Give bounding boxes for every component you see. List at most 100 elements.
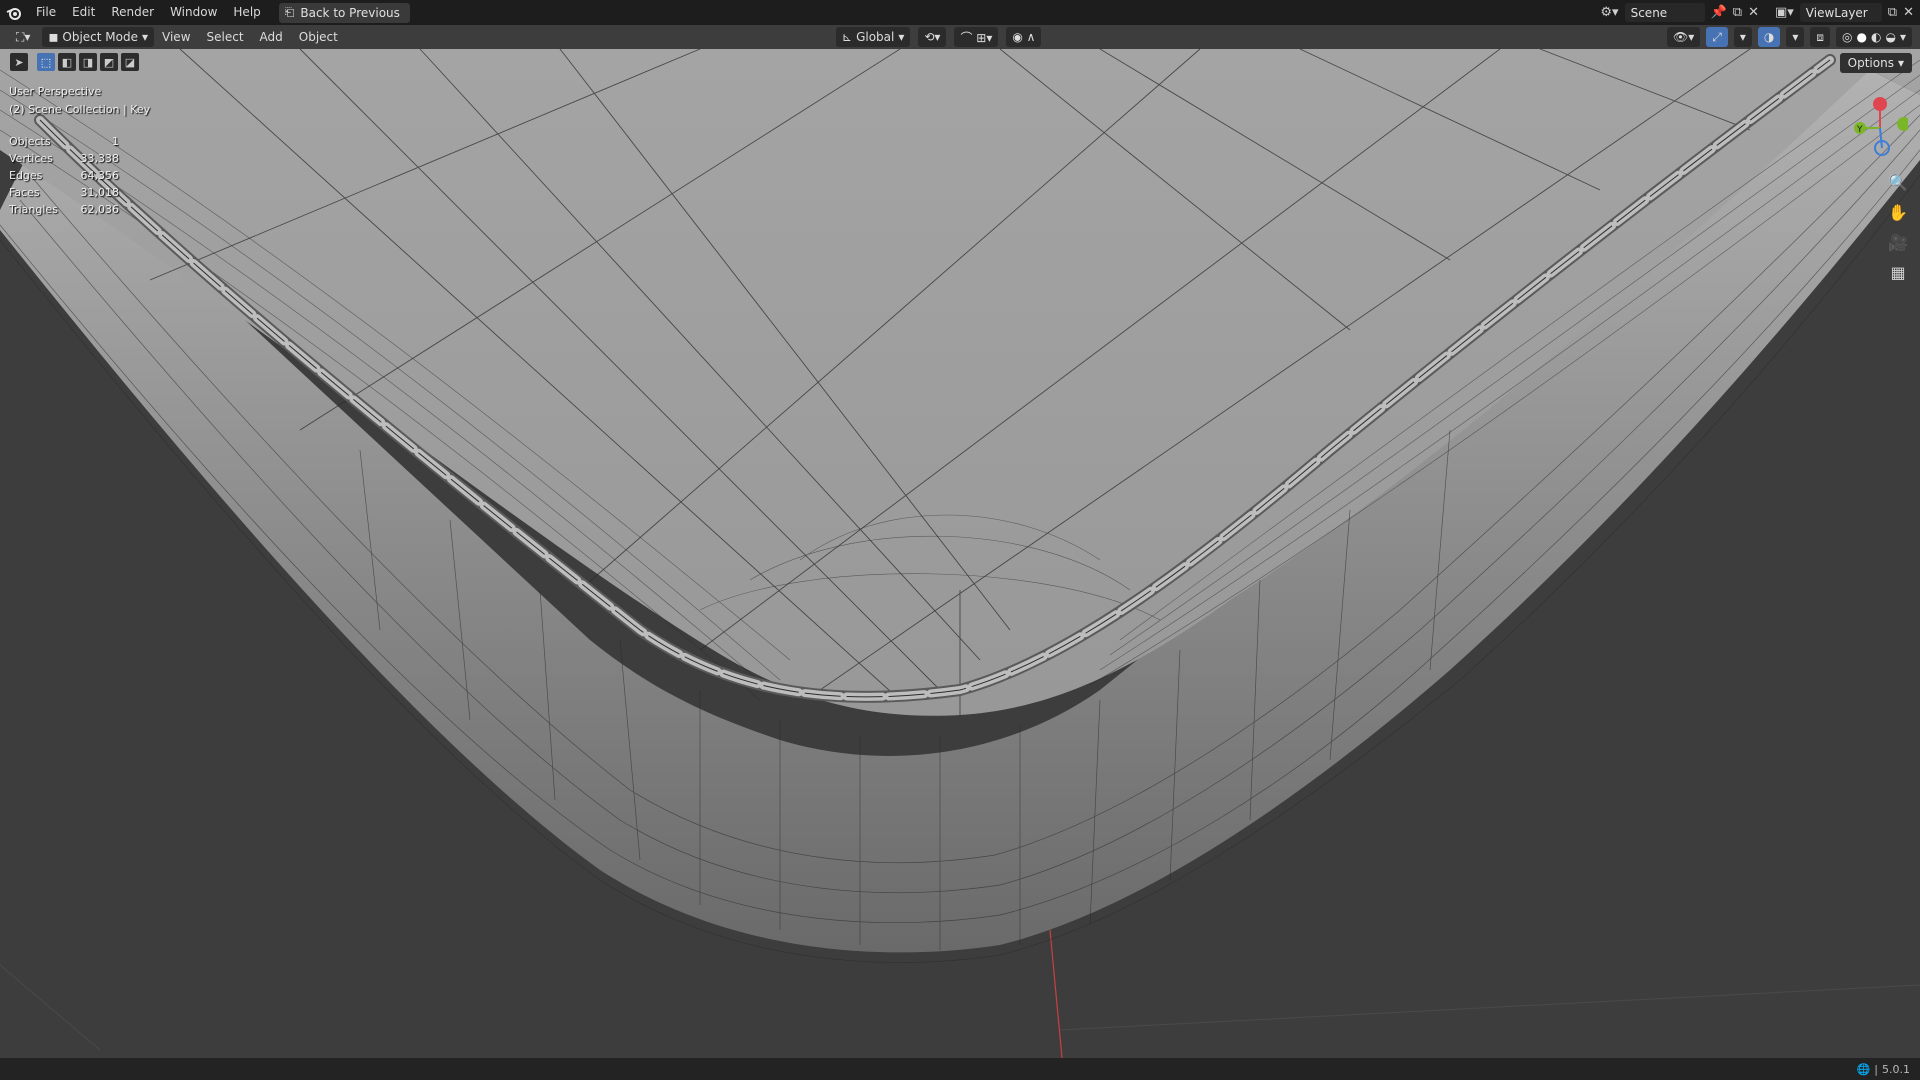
viewport-scene [0, 48, 1920, 1058]
perspective-toggle-icon[interactable]: ▦ [1884, 260, 1912, 284]
pin-icon[interactable]: 📌 [1711, 3, 1727, 22]
solid-shading-icon[interactable]: ● [1857, 30, 1867, 44]
top-menubar: File Edit Render Window Help ⎗ Back to P… [0, 0, 1920, 25]
menu-file[interactable]: File [28, 0, 64, 25]
pivot-selector[interactable]: ⟲▾ [918, 27, 947, 47]
menu-help[interactable]: Help [225, 0, 268, 25]
stat-label: Triangles [9, 203, 58, 216]
delete-scene-icon[interactable]: ✕ [1748, 3, 1759, 22]
grid-floor-line [0, 964, 101, 1051]
select-new-icon[interactable]: ⬚ [37, 53, 55, 71]
camera-view-icon[interactable]: 🎥 [1884, 230, 1912, 254]
snap-toggle[interactable]: ⌒ ⊞▾ [954, 27, 999, 47]
scene-statistics: Objects 1 Vertices 33,338 Edges 64,356 Face… [9, 133, 119, 218]
chevron-down-icon: ▾ [1739, 30, 1746, 44]
gizmo-x-axis-line [1879, 127, 1883, 149]
new-scene-icon[interactable]: ⧉ [1733, 3, 1742, 22]
scene-field[interactable]: Scene [1624, 3, 1705, 22]
xray-icon: ⧈ [1816, 29, 1825, 44]
gizmo-dropdown[interactable]: ▾ [1733, 27, 1752, 47]
navigation-gizmo[interactable]: Y [1848, 92, 1911, 162]
select-extend-icon[interactable]: ◧ [58, 53, 76, 71]
top-right-group: ⚙▾ Scene 📌 ⧉ ✕ ▣▾ ViewLayer ⧉ ✕ [1600, 0, 1914, 25]
delete-viewlayer-icon[interactable]: ✕ [1903, 3, 1914, 22]
stat-value: 31,018 [80, 186, 120, 199]
gizmo-y-negative-ball[interactable] [1897, 117, 1911, 131]
blender-logo-icon[interactable] [0, 0, 28, 25]
viewlayer-field[interactable]: ViewLayer [1799, 3, 1882, 22]
stat-value: 64,356 [80, 169, 120, 182]
viewport-header: ⛶▾ ◼ Object Mode ▾ View Select Add Objec… [0, 25, 1920, 49]
object-mode-icon: ◼ [48, 30, 59, 44]
menu-view[interactable]: View [154, 30, 198, 44]
shading-modes[interactable]: ◎ ● ◐ ◒ ▾ [1836, 27, 1912, 47]
scene-selector-icon[interactable]: ⚙▾ [1600, 3, 1618, 22]
back-icon: ⎗ [284, 5, 295, 19]
network-icon: 🌐 [1856, 1062, 1871, 1076]
chevron-down-icon: ▾ [898, 30, 905, 44]
viewport-navigation-buttons: 🔍 ✋ 🎥 ▦ [1884, 170, 1912, 284]
visibility-selector[interactable]: 👁▾ [1666, 27, 1701, 47]
orientation-selector[interactable]: ⊾ Global ▾ [836, 27, 911, 47]
version-label: 5.0.1 [1882, 1062, 1910, 1076]
select-subtract-icon[interactable]: ◨ [79, 53, 97, 71]
material-shading-icon[interactable]: ◐ [1871, 30, 1881, 44]
overlay-dropdown[interactable]: ▾ [1786, 27, 1805, 47]
proportional-edit-icon: ◉ ∧ [1012, 30, 1036, 44]
wireframe-shading-icon[interactable]: ◎ [1842, 30, 1852, 44]
options-dropdown[interactable]: Options ▾ [1839, 53, 1912, 73]
editor-type-selector[interactable]: ⛶▾ [10, 27, 36, 47]
select-mode-toolbar: ➤ ⬚ ◧ ◨ ◩ ◪ [10, 53, 139, 71]
perspective-label: User Perspective [9, 85, 102, 98]
stat-label: Edges [9, 169, 43, 182]
select-intersect-icon[interactable]: ◪ [121, 53, 139, 71]
proportional-edit-toggle[interactable]: ◉ ∧ [1006, 27, 1042, 47]
select-invert-icon[interactable]: ◩ [100, 53, 118, 71]
menu-object[interactable]: Object [291, 30, 346, 44]
pan-hand-icon[interactable]: ✋ [1884, 200, 1912, 224]
3d-viewport[interactable] [0, 25, 1920, 1058]
stat-label: Objects [9, 135, 51, 148]
transform-controls: ⊾ Global ▾ ⟲▾ ⌒ ⊞▾ ◉ ∧ [836, 27, 1042, 47]
grid-floor-line [1059, 984, 1920, 1031]
gizmo-y-label: Y [1856, 125, 1863, 135]
stat-value: 62,036 [80, 203, 120, 216]
chevron-down-icon: ▾ [142, 30, 149, 44]
overlay-icon: ◑ [1763, 30, 1775, 44]
stat-value: 1 [112, 135, 119, 148]
editor-type-icon: ⛶▾ [16, 29, 31, 44]
chevron-down-icon[interactable]: ▾ [1900, 30, 1906, 44]
x-axis-line [1049, 929, 1063, 1058]
options-label: Options [1847, 56, 1894, 70]
stat-row: Triangles 62,036 [9, 201, 119, 218]
menu-edit[interactable]: Edit [64, 0, 103, 25]
stat-row: Vertices 33,338 [9, 150, 119, 167]
overlay-toggle[interactable]: ◑ [1757, 27, 1781, 47]
gizmo-toggle[interactable]: ⤢ [1706, 27, 1728, 47]
menu-render[interactable]: Render [103, 0, 162, 25]
select-tool-icon[interactable]: ➤ [10, 53, 28, 71]
gizmo-x-axis-ball[interactable] [1873, 97, 1887, 111]
menu-add[interactable]: Add [252, 30, 291, 44]
orientation-label: Global [856, 30, 895, 44]
zoom-icon[interactable]: 🔍 [1884, 170, 1912, 194]
new-viewlayer-icon[interactable]: ⧉ [1888, 3, 1897, 22]
mode-label: Object Mode [62, 30, 138, 44]
xray-toggle[interactable]: ⧈ [1810, 27, 1831, 47]
back-to-previous-button[interactable]: ⎗ Back to Previous [278, 2, 410, 23]
rendered-shading-icon[interactable]: ◒ [1885, 30, 1895, 44]
mode-selector[interactable]: ◼ Object Mode ▾ [42, 27, 155, 47]
gizmo-icon: ⤢ [1712, 29, 1722, 44]
viewlayer-name: ViewLayer [1805, 5, 1868, 20]
menu-select[interactable]: Select [199, 30, 252, 44]
scene-name: Scene [1630, 5, 1668, 20]
menu-window[interactable]: Window [162, 0, 225, 25]
eye-icon: 👁▾ [1672, 30, 1695, 44]
collection-label: (2) Scene Collection | Key [9, 103, 151, 116]
viewlayer-selector-icon[interactable]: ▣▾ [1775, 3, 1794, 22]
stat-label: Vertices [9, 152, 53, 165]
stat-row: Objects 1 [9, 133, 119, 150]
back-to-previous-label: Back to Previous [300, 5, 400, 20]
snap-icon: ⌒ ⊞▾ [960, 30, 993, 45]
pivot-icon: ⟲▾ [924, 30, 941, 44]
